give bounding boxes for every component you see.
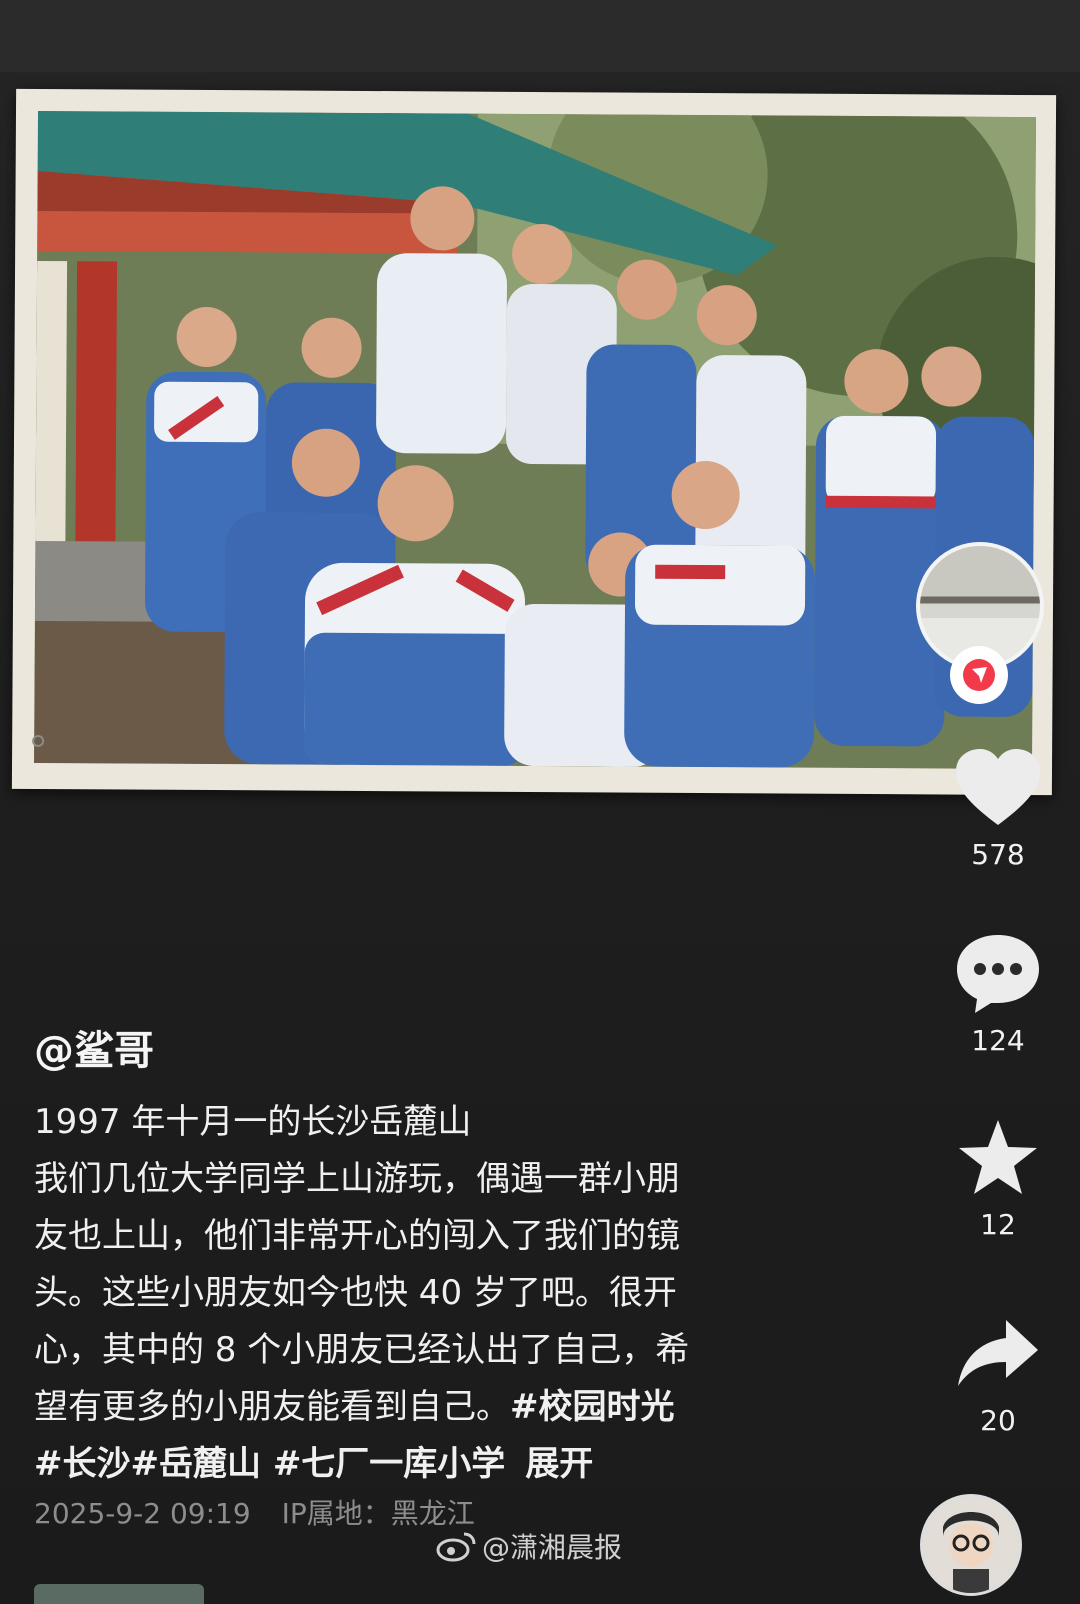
caption-text: 望有更多的小朋友能看到自己。 [34, 1387, 510, 1427]
favorite-count: 12 [980, 1208, 1016, 1241]
star-icon [959, 1120, 1037, 1194]
post-meta: 2025-9-2 09:19 IP属地：黑龙江 [34, 1492, 497, 1532]
avatar-portrait-icon [923, 1497, 1019, 1593]
caption-line: 友也上山，他们非常开心的闯入了我们的镜 [34, 1216, 680, 1256]
comment-action[interactable]: 124 [938, 928, 1058, 1057]
caption-line: #长沙#岳麓山 #七厂一库小学 展开 [34, 1436, 834, 1493]
favorite-button[interactable] [948, 1112, 1048, 1202]
bottom-tag-strip [34, 1584, 204, 1604]
photo-corner-mark [32, 734, 45, 748]
comment-button[interactable] [948, 928, 1048, 1018]
author-name[interactable]: @鲨哥 [34, 1018, 154, 1076]
like-action[interactable]: 578 [938, 742, 1058, 871]
avatar[interactable] [920, 1494, 1022, 1596]
photo-illustration [34, 110, 1036, 770]
share-button[interactable] [948, 1308, 1048, 1398]
caption-line: 心，其中的 8 个小朋友已经认出了自己，希 [34, 1330, 690, 1370]
send-arrow-icon [963, 659, 995, 691]
share-count: 20 [980, 1404, 1016, 1437]
source-watermark: @潇湘晨报 [436, 1526, 622, 1566]
post-date: 2025-9-2 09:19 [34, 1497, 251, 1530]
favorite-action[interactable]: 12 [938, 1112, 1058, 1241]
post-photo[interactable] [11, 88, 1057, 796]
comment-bubble-icon [957, 935, 1039, 1013]
like-button[interactable] [948, 742, 1048, 832]
watermark-text: @潇湘晨报 [482, 1531, 623, 1564]
weibo-icon [436, 1532, 476, 1562]
caption-line: 1997 年十月一的长沙岳麓山 [34, 1102, 472, 1142]
heart-icon [956, 749, 1040, 825]
comment-count: 124 [971, 1024, 1025, 1057]
caption-line: 望有更多的小朋友能看到自己。#校园时光 [34, 1379, 834, 1436]
hashtag-link[interactable]: #校园时光 [510, 1387, 675, 1427]
post-caption: 1997 年十月一的长沙岳麓山 我们几位大学同学上山游玩，偶遇一群小朋 友也上山… [34, 1094, 834, 1493]
photo-print [34, 110, 1036, 770]
hashtag-links[interactable]: #长沙#岳麓山 #七厂一库小学 [34, 1444, 505, 1484]
top-bar [0, 0, 1080, 72]
share-action[interactable]: 20 [938, 1308, 1058, 1437]
share-arrow-icon [958, 1320, 1038, 1386]
caption-line: 我们几位大学同学上山游玩，偶遇一群小朋 [34, 1159, 680, 1199]
caption-line: 头。这些小朋友如今也快 40 岁了吧。很开 [34, 1273, 677, 1313]
like-count: 578 [971, 838, 1025, 871]
music-badge[interactable] [950, 646, 1008, 704]
expand-button[interactable]: 展开 [525, 1444, 593, 1484]
